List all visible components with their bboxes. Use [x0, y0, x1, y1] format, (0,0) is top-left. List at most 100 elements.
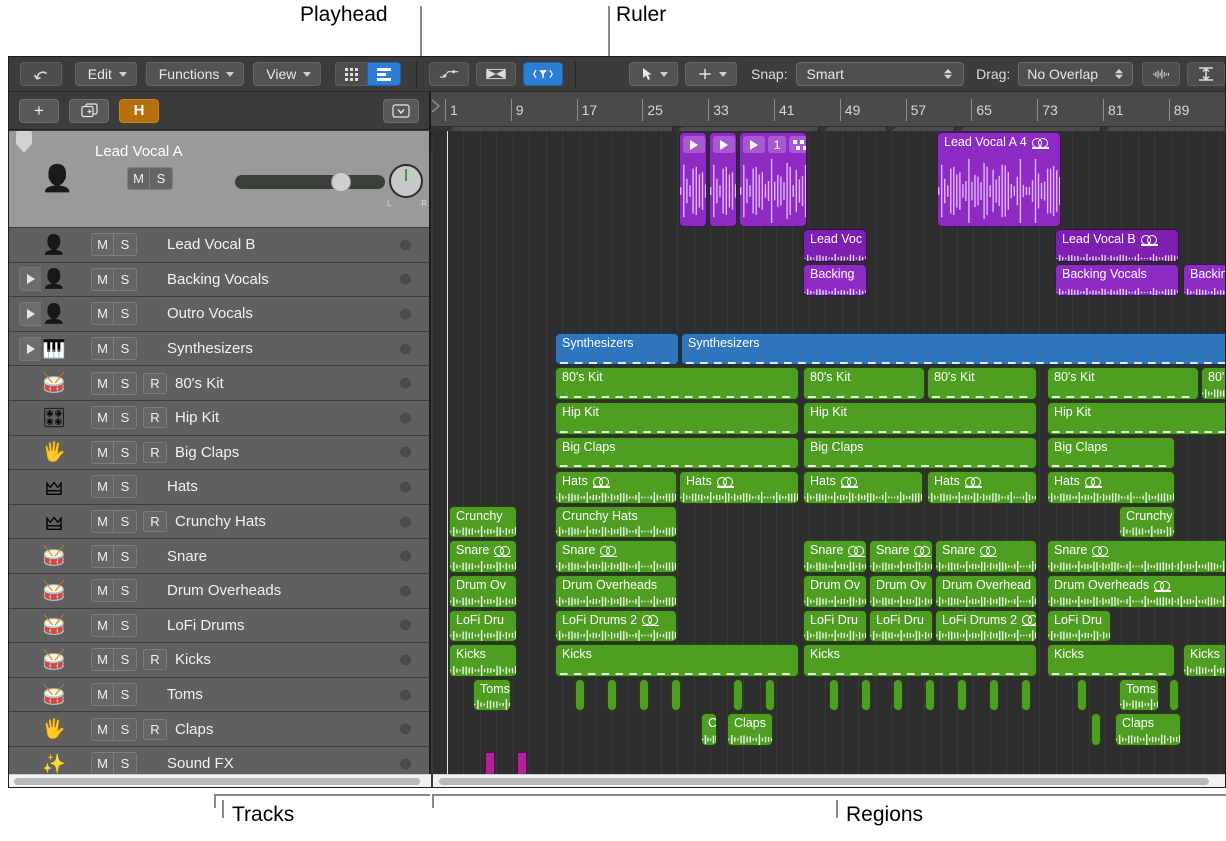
region[interactable]	[575, 679, 585, 712]
region[interactable]: LoFi Dru	[869, 610, 933, 643]
mute-button[interactable]: M	[92, 684, 114, 705]
region[interactable]	[485, 752, 495, 774]
grid-view-icon[interactable]	[335, 62, 368, 86]
track-header-big-claps[interactable]: 🖐MSRBig Claps	[9, 436, 429, 471]
track-name[interactable]: 80's Kit	[175, 375, 224, 392]
region[interactable]: Kicks	[1183, 644, 1225, 677]
mute-button[interactable]: M	[92, 442, 114, 463]
mute-button[interactable]: M	[92, 615, 114, 636]
region[interactable]: Drum Ov	[449, 575, 517, 608]
region-play-icon[interactable]	[743, 136, 765, 153]
solo-button[interactable]: S	[114, 338, 136, 359]
solo-button[interactable]: S	[114, 580, 136, 601]
mute-button[interactable]: M	[92, 476, 114, 497]
region-play-icon[interactable]	[683, 136, 705, 153]
track-name[interactable]: Hip Kit	[175, 409, 219, 426]
region[interactable]: Claps	[727, 713, 773, 746]
region[interactable]	[517, 752, 527, 774]
sparkle-icon[interactable]: ✨	[41, 751, 67, 774]
region[interactable]	[861, 679, 871, 712]
vertical-zoom-icon[interactable]	[1187, 62, 1225, 86]
track-icon-group[interactable]: 🥁	[19, 612, 91, 638]
marquee-tool-icon[interactable]	[685, 62, 737, 86]
pan-knob[interactable]	[389, 164, 423, 198]
region[interactable]: Backing V	[1183, 264, 1225, 297]
region[interactable]: 80's Kit	[803, 367, 925, 400]
mute-button[interactable]: M	[92, 373, 114, 394]
track-on-indicator[interactable]	[400, 274, 411, 285]
region[interactable]: Snare	[1047, 540, 1225, 573]
region[interactable]: Snare	[869, 540, 933, 573]
tom-icon[interactable]: 🥁	[41, 682, 67, 708]
hand-icon[interactable]: 🖐	[41, 716, 67, 742]
track-header-sound-fx[interactable]: ✨MSSound FX	[9, 747, 429, 774]
track-header-lofi-drums[interactable]: 🥁MSLoFi Drums	[9, 609, 429, 644]
track-on-indicator[interactable]	[400, 343, 411, 354]
solo-button[interactable]: S	[114, 546, 136, 567]
volume-fader-knob[interactable]	[331, 172, 351, 192]
region[interactable]: 1	[739, 132, 807, 227]
flex-time-icon[interactable]	[523, 62, 563, 86]
solo-button[interactable]: S	[114, 753, 136, 774]
mute-button[interactable]: M	[92, 407, 114, 428]
region[interactable]	[1091, 713, 1101, 746]
track-name[interactable]: Big Claps	[175, 444, 239, 461]
record-enable-button[interactable]: R	[143, 373, 167, 394]
region[interactable]: Synthesizers	[555, 333, 679, 366]
pointer-tool-icon[interactable]	[629, 62, 678, 86]
track-header-claps[interactable]: 🖐MSRClaps	[9, 712, 429, 747]
track-on-indicator[interactable]	[400, 620, 411, 631]
mute-button[interactable]: M	[92, 580, 114, 601]
track-header-lead-vocal-b[interactable]: 👤MSLead Vocal B	[9, 228, 429, 263]
solo-button[interactable]: S	[114, 615, 136, 636]
fade-tool-icon[interactable]	[476, 62, 516, 86]
disclosure-triangle-icon[interactable]	[19, 267, 41, 291]
region-canvas[interactable]: 1Lead Vocal A 4Lead VocLead Vocal BBacki…	[433, 131, 1225, 774]
track-header-config-icon[interactable]	[383, 99, 419, 123]
region[interactable]	[679, 132, 707, 227]
region[interactable]: Hats	[927, 471, 1037, 504]
solo-button[interactable]: S	[114, 476, 136, 497]
region[interactable]: Hats	[803, 471, 923, 504]
drag-select[interactable]: No Overlap	[1018, 62, 1133, 86]
list-view-icon[interactable]	[367, 62, 401, 86]
region[interactable]: Crunchy Hats	[555, 506, 677, 539]
region[interactable]: LoFi Drums 2	[935, 610, 1037, 643]
region[interactable]	[893, 679, 903, 712]
menu-edit[interactable]: Edit	[75, 62, 137, 86]
mute-button[interactable]: M	[92, 269, 114, 290]
solo-button[interactable]: S	[114, 269, 136, 290]
drumkit-icon[interactable]: 🥁	[41, 370, 67, 396]
track-icon-group[interactable]: 🜲	[19, 474, 91, 500]
region[interactable]: 80's Kit	[927, 367, 1037, 400]
track-icon-group[interactable]: 🖐	[19, 439, 91, 465]
track-name[interactable]: Lead Vocal A	[95, 143, 183, 160]
volume-fader[interactable]	[235, 175, 385, 189]
solo-button[interactable]: S	[114, 407, 136, 428]
region[interactable]	[709, 132, 737, 227]
solo-button[interactable]: S	[114, 684, 136, 705]
region[interactable]: Snare	[803, 540, 867, 573]
track-on-indicator[interactable]	[400, 412, 411, 423]
mute-button[interactable]: M	[92, 303, 114, 324]
track-name[interactable]: Backing Vocals	[167, 271, 269, 288]
region[interactable]: Drum Overheads	[1047, 575, 1225, 608]
mute-button[interactable]: M	[92, 338, 114, 359]
region[interactable]: Kicks	[449, 644, 517, 677]
drumkit-icon[interactable]: 🥁	[41, 612, 67, 638]
track-header-backing-vocals[interactable]: 👤MSBacking Vocals	[9, 263, 429, 298]
track-headers-list[interactable]: 👤Lead Vocal AMSLR👤MSLead Vocal B👤MSBacki…	[9, 131, 431, 774]
menu-view[interactable]: View	[253, 62, 321, 86]
track-icon-group[interactable]: 👤	[19, 232, 91, 258]
region[interactable]: Backing Vocals	[1055, 264, 1179, 297]
region[interactable]	[1021, 679, 1031, 712]
track-icon-group[interactable]: 🥁	[19, 647, 91, 673]
region[interactable]: Drum Overhead	[935, 575, 1037, 608]
region[interactable]	[671, 679, 681, 712]
track-header-toms[interactable]: 🥁MSToms	[9, 678, 429, 713]
region[interactable]	[607, 679, 617, 712]
drum-machine-icon[interactable]: 🎛	[41, 405, 67, 431]
solo-button[interactable]: S	[114, 373, 136, 394]
keyboard-icon[interactable]: 🎹	[41, 336, 67, 362]
region[interactable]: Snare	[449, 540, 517, 573]
